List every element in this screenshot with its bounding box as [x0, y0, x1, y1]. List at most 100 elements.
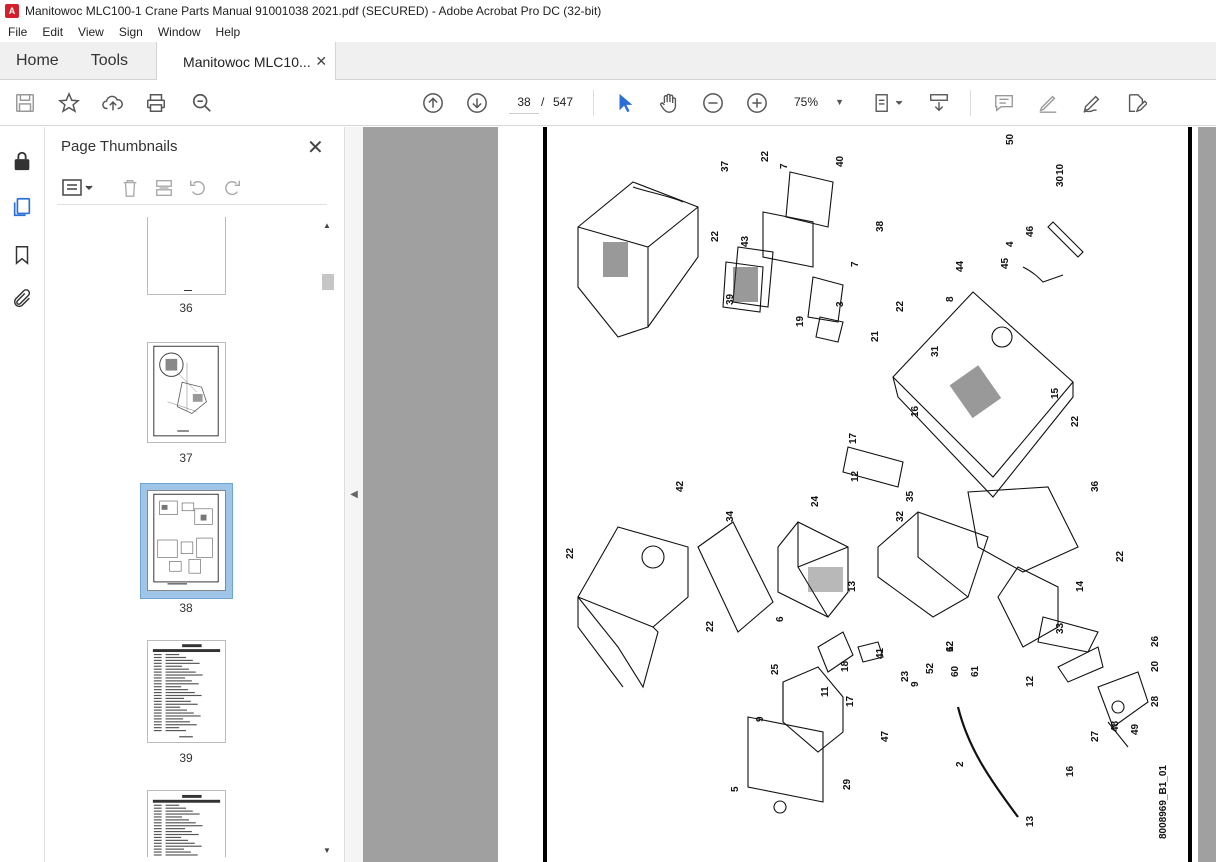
callout-label: 62	[945, 640, 956, 652]
close-panel-icon[interactable]: ✕	[307, 135, 324, 160]
page-thumbnails-icon[interactable]	[10, 195, 34, 219]
next-page-icon[interactable]	[465, 91, 489, 115]
callout-label: 16	[910, 405, 921, 417]
zoom-level-select[interactable]: 75% ▼	[788, 90, 850, 114]
callout-label: 46	[1025, 225, 1036, 237]
save-icon[interactable]	[13, 91, 37, 115]
hand-tool-icon[interactable]	[657, 91, 681, 115]
callout-label: 47	[880, 730, 891, 742]
rotate-left-icon[interactable]	[187, 177, 209, 199]
menu-sign[interactable]: Sign	[111, 25, 150, 39]
callout-label: 22	[895, 300, 906, 312]
callout-label: 34	[725, 510, 736, 522]
thumbnail-page-37[interactable]	[147, 342, 226, 443]
menu-bar: File Edit View Sign Window Help	[0, 22, 1216, 42]
callout-label: 16	[1065, 765, 1076, 777]
callout-label: 32	[895, 510, 906, 522]
callout-label: 36	[1090, 480, 1101, 492]
callout-label: 11	[820, 686, 831, 697]
extract-pages-icon[interactable]	[153, 177, 175, 199]
scroll-mode-icon[interactable]	[927, 91, 951, 115]
left-navigation-rail	[0, 127, 45, 862]
thumbnail-scrollbar[interactable]: ▲ ▼	[320, 217, 335, 857]
bookmarks-icon[interactable]	[10, 243, 34, 267]
callout-label: 41	[875, 647, 886, 659]
callout-label: 8	[945, 296, 956, 302]
page-count: 547	[553, 95, 574, 109]
pdf-page: 1 2 3 4 5 6 7 7 8 9 9 10 11 12 12 13 13 14 15 16 16 17 17 18 19 2…	[498, 127, 1198, 862]
menu-window[interactable]: Window	[150, 25, 208, 39]
comment-icon[interactable]	[992, 91, 1016, 115]
thumbnail-list: 36 37 38 39	[55, 217, 320, 857]
rotate-right-icon[interactable]	[221, 177, 243, 199]
thumbnail-label: 37	[179, 451, 193, 465]
page-fit-icon[interactable]	[872, 91, 906, 115]
document-viewer[interactable]: 1 2 3 4 5 6 7 7 8 9 9 10 11 12 12 13 13 14 15 16 16 17 17 18 19 2…	[363, 127, 1216, 862]
callout-label: 52	[925, 662, 936, 674]
thumbnail-toolbar	[57, 175, 327, 205]
drawing-id-label: 8008969_B1_01	[1158, 765, 1169, 839]
callout-label: 18	[840, 660, 851, 672]
scrollbar-thumb[interactable]	[322, 274, 334, 290]
page-number-input[interactable]: 38	[509, 90, 539, 114]
callout-label: 26	[1150, 635, 1161, 647]
toolbar-divider	[593, 90, 594, 116]
callout-label: 28	[1150, 695, 1161, 707]
previous-page-icon[interactable]	[421, 91, 445, 115]
thumbnail-label: 36	[179, 301, 193, 315]
attachments-icon[interactable]	[10, 287, 34, 311]
tab-document[interactable]: Manitowoc MLC10... ✕	[156, 42, 337, 81]
page-border-right	[1188, 127, 1192, 862]
tab-tools[interactable]: Tools	[75, 42, 144, 79]
close-tab-icon[interactable]: ✕	[315, 53, 327, 70]
delete-page-icon[interactable]	[119, 177, 141, 199]
lock-icon[interactable]	[10, 149, 34, 173]
zoom-out-icon[interactable]	[701, 91, 725, 115]
menu-edit[interactable]: Edit	[34, 25, 70, 39]
callout-label: 21	[870, 330, 881, 342]
callout-label: 29	[842, 778, 853, 790]
edit-document-icon[interactable]	[1124, 91, 1148, 115]
draw-sign-icon[interactable]	[1080, 91, 1104, 115]
upload-cloud-icon[interactable]	[101, 91, 125, 115]
menu-file[interactable]: File	[0, 25, 34, 39]
page-separator: /	[541, 95, 545, 109]
callout-label: 9	[755, 716, 766, 722]
thumbnail-page-39[interactable]	[147, 640, 226, 743]
highlight-icon[interactable]	[1036, 91, 1060, 115]
callout-label: 33	[1055, 622, 1066, 634]
thumbnail-page-36[interactable]	[147, 217, 226, 295]
callout-label: 20	[1150, 660, 1161, 672]
thumbnail-page-40[interactable]	[147, 790, 226, 857]
callout-label: 45	[1000, 257, 1011, 269]
tab-home[interactable]: Home	[0, 42, 75, 79]
window-title: Manitowoc MLC100-1 Crane Parts Manual 91…	[25, 4, 602, 18]
callout-label: 30	[1055, 175, 1066, 187]
thumbnail-label: 39	[179, 751, 193, 765]
callout-label: 38	[875, 220, 886, 232]
callout-label: 27	[1090, 730, 1101, 742]
callout-label: 37	[720, 160, 731, 172]
callout-label: 35	[905, 490, 916, 502]
callout-label: 17	[848, 432, 859, 444]
callout-label: 25	[770, 663, 781, 675]
callout-label: 7	[779, 163, 790, 169]
thumbnail-page-38[interactable]	[147, 490, 226, 591]
menu-view[interactable]: View	[70, 25, 111, 39]
callout-label: 19	[795, 315, 806, 327]
callout-label: 22	[1070, 415, 1081, 427]
print-icon[interactable]	[144, 91, 168, 115]
zoom-search-icon[interactable]	[190, 91, 214, 115]
bookmark-star-icon[interactable]	[57, 91, 81, 115]
callout-label: 14	[1075, 580, 1086, 592]
menu-help[interactable]: Help	[208, 25, 248, 39]
select-cursor-icon[interactable]	[613, 91, 637, 115]
zoom-in-icon[interactable]	[745, 91, 769, 115]
panel-collapse-handle[interactable]: ◀	[345, 127, 363, 862]
options-menu-icon[interactable]	[61, 177, 95, 199]
callout-label: 22	[565, 547, 576, 559]
callout-label: 12	[850, 470, 861, 482]
callout-label: 22	[710, 230, 721, 242]
title-bar: A Manitowoc MLC100-1 Crane Parts Manual …	[0, 0, 1216, 22]
callout-label: 24	[810, 495, 821, 507]
